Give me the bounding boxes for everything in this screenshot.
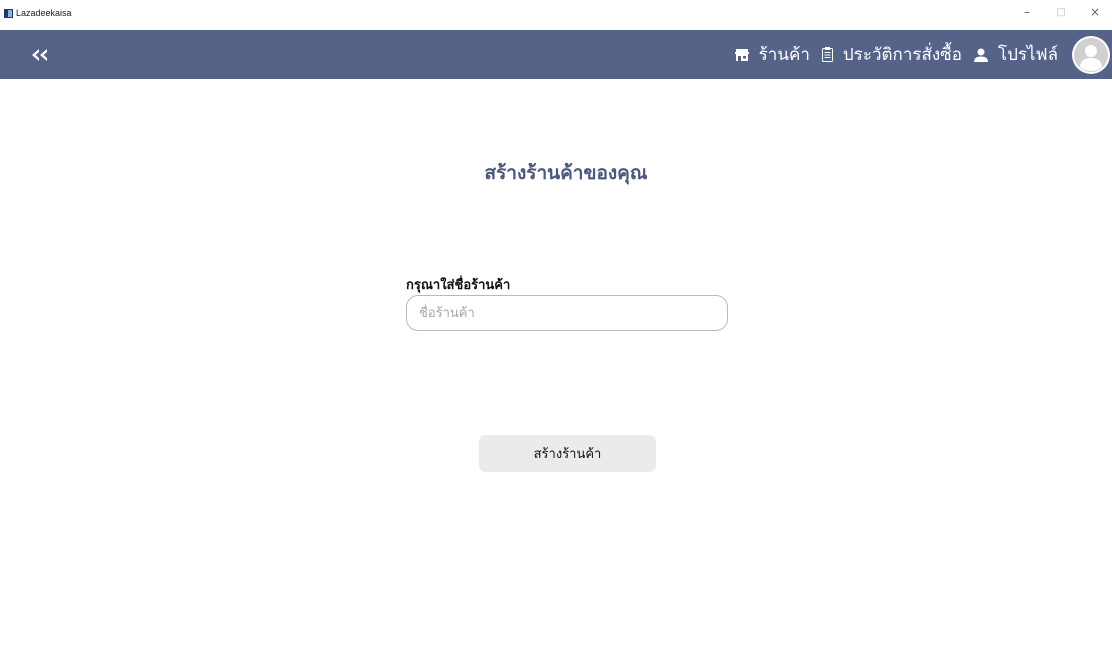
shop-name-label: กรุณาใส่ชื่อร้านค้า	[406, 278, 511, 293]
app-window: Lazadeekaisa – □ × ร้านค้า ประวัติการสั่…	[0, 0, 1112, 657]
double-chevron-left-icon	[32, 49, 47, 61]
nav-item-store[interactable]: ร้านค้า	[734, 41, 810, 68]
avatar-icon	[1074, 37, 1108, 72]
maximize-button[interactable]: □	[1044, 0, 1078, 24]
avatar[interactable]	[1072, 35, 1110, 74]
window-title: Lazadeekaisa	[16, 8, 72, 18]
app-icon	[4, 9, 13, 18]
title-bar: Lazadeekaisa – □ ×	[0, 0, 1112, 30]
close-button[interactable]: ×	[1078, 0, 1112, 24]
user-icon	[973, 48, 988, 62]
nav-item-order-history-label: ประวัติการสั่งซื้อ	[842, 45, 962, 65]
clipboard-icon	[821, 47, 833, 62]
back-button[interactable]	[30, 46, 50, 64]
minimize-button[interactable]: –	[1010, 0, 1044, 24]
nav-item-profile-label: โปรไฟล์	[997, 45, 1058, 65]
shop-name-input[interactable]	[406, 295, 728, 331]
create-shop-button[interactable]: สร้างร้านค้า	[479, 435, 656, 472]
top-navbar: ร้านค้า ประวัติการสั่งซื้อ โปรไฟล์	[0, 30, 1112, 79]
page-title: สร้างร้านค้าของคุณ	[484, 162, 648, 184]
nav-menu: ร้านค้า ประวัติการสั่งซื้อ โปรไฟล์	[723, 30, 1112, 79]
store-icon	[734, 48, 749, 61]
nav-item-order-history[interactable]: ประวัติการสั่งซื้อ	[821, 41, 962, 68]
nav-item-store-label: ร้านค้า	[758, 45, 810, 65]
window-controls: – □ ×	[1010, 0, 1112, 30]
nav-item-profile[interactable]: โปรไฟล์	[973, 41, 1058, 68]
